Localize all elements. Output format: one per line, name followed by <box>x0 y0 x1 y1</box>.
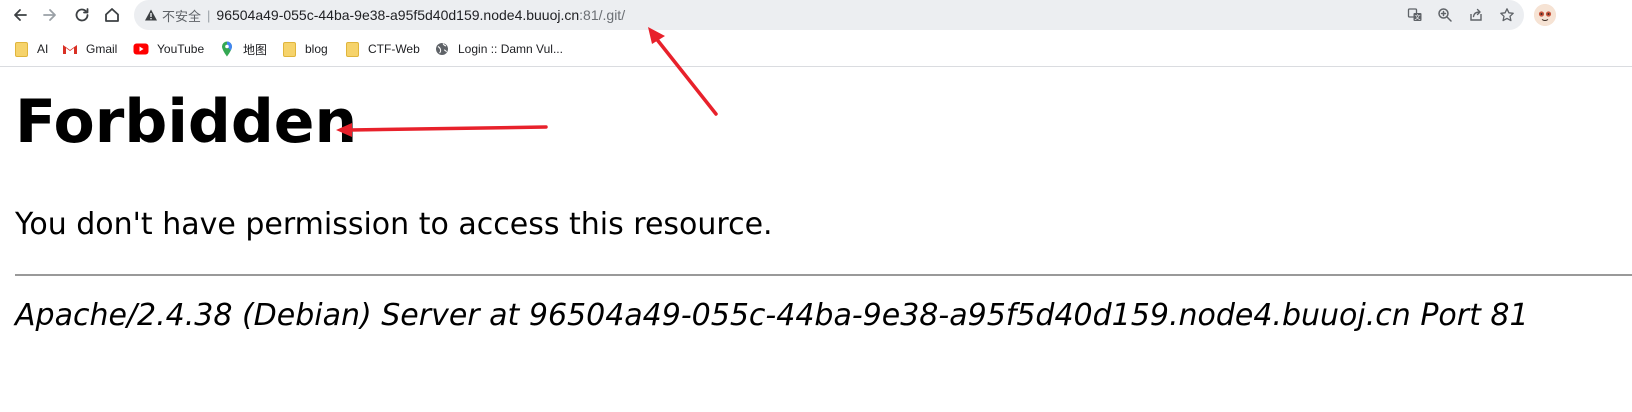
reload-button[interactable] <box>69 3 95 27</box>
svg-text:文: 文 <box>1414 14 1420 22</box>
translate-icon: 文 <box>1407 8 1422 22</box>
forward-icon <box>43 9 56 21</box>
folder-icon <box>281 41 297 57</box>
security-label[interactable]: 不安全 <box>162 6 201 25</box>
zoom-button[interactable] <box>1434 5 1456 25</box>
bookmark-label: blog <box>305 42 328 56</box>
share-button[interactable] <box>1465 5 1487 25</box>
home-icon <box>105 8 119 22</box>
address-bar[interactable]: 不安全 | 96504a49-055c-44ba-9e38-a95f5d40d1… <box>134 0 1524 30</box>
profile-avatar[interactable] <box>1534 4 1556 26</box>
back-button[interactable] <box>7 3 33 27</box>
page-title: Forbidden <box>15 87 358 157</box>
star-icon <box>1500 8 1514 22</box>
bookmark-label: AI <box>37 42 49 56</box>
bookmark-label: CTF-Web <box>368 42 420 56</box>
warning-icon[interactable] <box>144 8 158 22</box>
page-content: Forbidden You don't have permission to a… <box>0 67 1632 412</box>
horizontal-rule <box>15 274 1632 276</box>
folder-icon <box>13 41 29 57</box>
url-path: :81/.git/ <box>579 7 626 23</box>
bookmark-label: YouTube <box>157 42 205 56</box>
bookmark-ctf-web[interactable]: CTF-Web <box>344 39 420 59</box>
bookmarks-bar: AI Gmail YouTube 地图 blog CTF-Web Login :… <box>0 34 1632 64</box>
bookmark-maps[interactable]: 地图 <box>219 39 267 59</box>
error-message: You don't have permission to access this… <box>15 207 773 242</box>
youtube-icon <box>133 41 149 57</box>
bookmark-gmail[interactable]: Gmail <box>62 39 117 59</box>
forward-button[interactable] <box>37 3 63 27</box>
folder-icon <box>344 41 360 57</box>
maps-icon <box>219 41 235 57</box>
back-icon <box>14 9 27 21</box>
bookmark-label: Login :: Damn Vul... <box>458 42 563 56</box>
translate-button[interactable]: 文 <box>1404 5 1426 25</box>
home-button[interactable] <box>99 3 125 27</box>
gmail-icon <box>62 41 78 57</box>
reload-icon <box>75 8 89 22</box>
bookmark-youtube[interactable]: YouTube <box>133 39 204 59</box>
zoom-icon <box>1438 8 1452 22</box>
bookmark-label: Gmail <box>86 42 118 56</box>
server-signature: Apache/2.4.38 (Debian) Server at 96504a4… <box>15 298 1529 333</box>
bookmark-star-button[interactable] <box>1496 5 1518 25</box>
bookmark-dvwa-login[interactable]: Login :: Damn Vul... <box>434 39 563 59</box>
share-icon <box>1470 8 1482 21</box>
bookmark-ai[interactable]: AI <box>13 39 48 59</box>
omnibox-separator: | <box>207 7 211 23</box>
url-host: 96504a49-055c-44ba-9e38-a95f5d40d159.nod… <box>216 7 580 23</box>
bookmark-blog[interactable]: blog <box>281 39 328 59</box>
bookmark-label: 地图 <box>243 42 268 57</box>
globe-icon <box>434 41 450 57</box>
browser-toolbar: 不安全 | 96504a49-055c-44ba-9e38-a95f5d40d1… <box>0 0 1632 30</box>
